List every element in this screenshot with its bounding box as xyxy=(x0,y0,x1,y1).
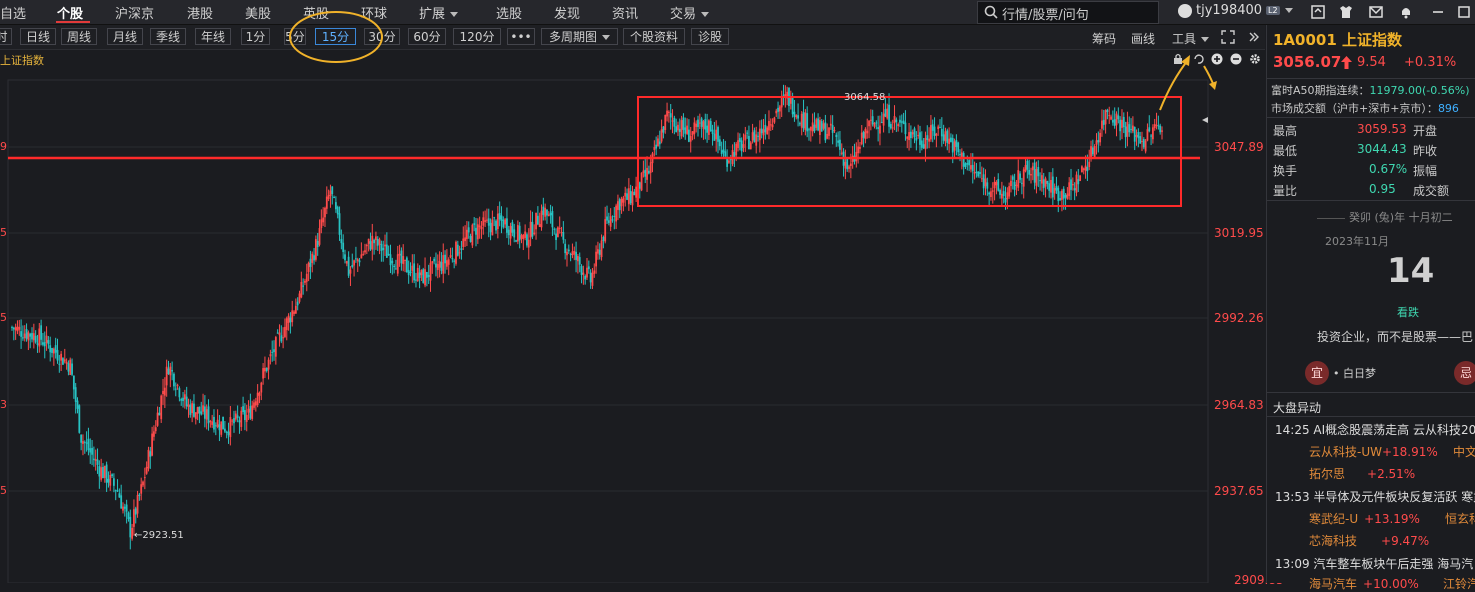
highlight-circle xyxy=(289,11,383,63)
annotation-arrow xyxy=(1159,59,1189,111)
annotation-overlay xyxy=(289,11,1217,111)
